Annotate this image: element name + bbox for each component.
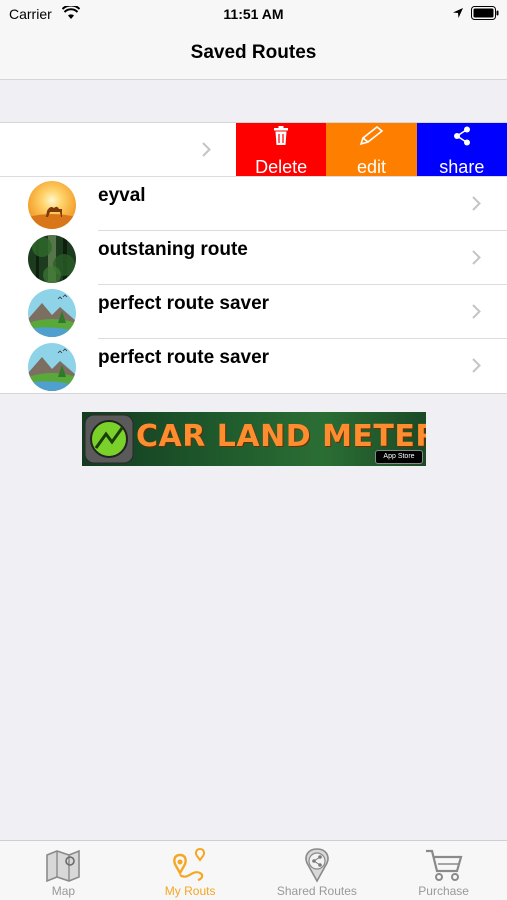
tab-shared-routes[interactable]: Shared Routes xyxy=(254,841,381,900)
chevron-right-icon xyxy=(472,304,481,319)
route-pins-icon xyxy=(173,847,206,882)
tab-purchase[interactable]: Purchase xyxy=(380,841,507,900)
navigation-bar: Saved Routes xyxy=(0,28,507,80)
route-row[interactable]: perfect route saver xyxy=(0,285,507,339)
ad-banner[interactable]: CAR LAND METER App Store xyxy=(82,412,426,466)
route-name: perfect route saver xyxy=(98,293,270,314)
delete-button[interactable]: Delete xyxy=(236,123,327,177)
delete-label: Delete xyxy=(255,157,308,177)
cart-icon xyxy=(425,849,463,881)
chevron-right-icon xyxy=(472,358,481,373)
location-arrow-icon xyxy=(453,8,463,18)
ad-title: CAR LAND METER xyxy=(136,419,426,454)
trash-icon xyxy=(274,126,289,145)
clock: 11:51 AM xyxy=(223,6,284,22)
routes-list: Delete edit share eyval outstaning route… xyxy=(0,122,507,394)
route-name: perfect route saver xyxy=(98,347,270,368)
tab-label: Map xyxy=(51,884,76,898)
swipe-actions: Delete edit share xyxy=(236,123,507,177)
route-row[interactable]: eyval xyxy=(0,177,507,231)
tab-label: Purchase xyxy=(418,884,469,898)
route-row[interactable]: outstaning route xyxy=(0,231,507,285)
status-bar: Carrier 11:51 AM xyxy=(0,0,507,28)
share-label: share xyxy=(439,157,485,177)
route-avatar xyxy=(28,181,76,229)
route-name: eyval xyxy=(98,185,146,206)
route-row[interactable]: perfect route saver xyxy=(0,339,507,393)
tab-map[interactable]: Map xyxy=(0,841,127,900)
map-icon xyxy=(46,849,81,883)
route-avatar xyxy=(28,289,76,337)
edit-button[interactable]: edit xyxy=(326,123,417,177)
page-title: Saved Routes xyxy=(190,42,317,63)
route-name: outstaning route xyxy=(98,239,248,260)
pencil-icon xyxy=(360,126,384,146)
mountain-landscape-icon xyxy=(28,289,76,337)
route-avatar xyxy=(28,235,76,283)
battery-icon xyxy=(471,6,499,20)
chevron-right-icon xyxy=(472,196,481,211)
desert-camel-icon xyxy=(28,181,76,229)
chevron-right-icon xyxy=(472,250,481,265)
share-button[interactable]: share xyxy=(416,123,507,177)
share-icon xyxy=(453,126,470,146)
edit-label: edit xyxy=(356,157,386,177)
app-store-badge: App Store xyxy=(375,450,423,464)
shared-pin-icon xyxy=(305,848,329,883)
mountain-landscape-icon xyxy=(28,343,76,391)
tab-my-routs[interactable]: My Routs xyxy=(127,841,254,900)
swiped-route-row[interactable]: Delete edit share xyxy=(0,123,507,177)
tab-label: Shared Routes xyxy=(276,884,357,898)
chevron-right-icon xyxy=(202,142,211,157)
tab-label: My Routs xyxy=(164,884,216,898)
forest-icon xyxy=(28,235,76,283)
tab-bar: Map My Routs Shared Routes Purchase xyxy=(0,840,507,900)
route-avatar xyxy=(28,343,76,391)
meter-app-icon xyxy=(84,414,134,464)
